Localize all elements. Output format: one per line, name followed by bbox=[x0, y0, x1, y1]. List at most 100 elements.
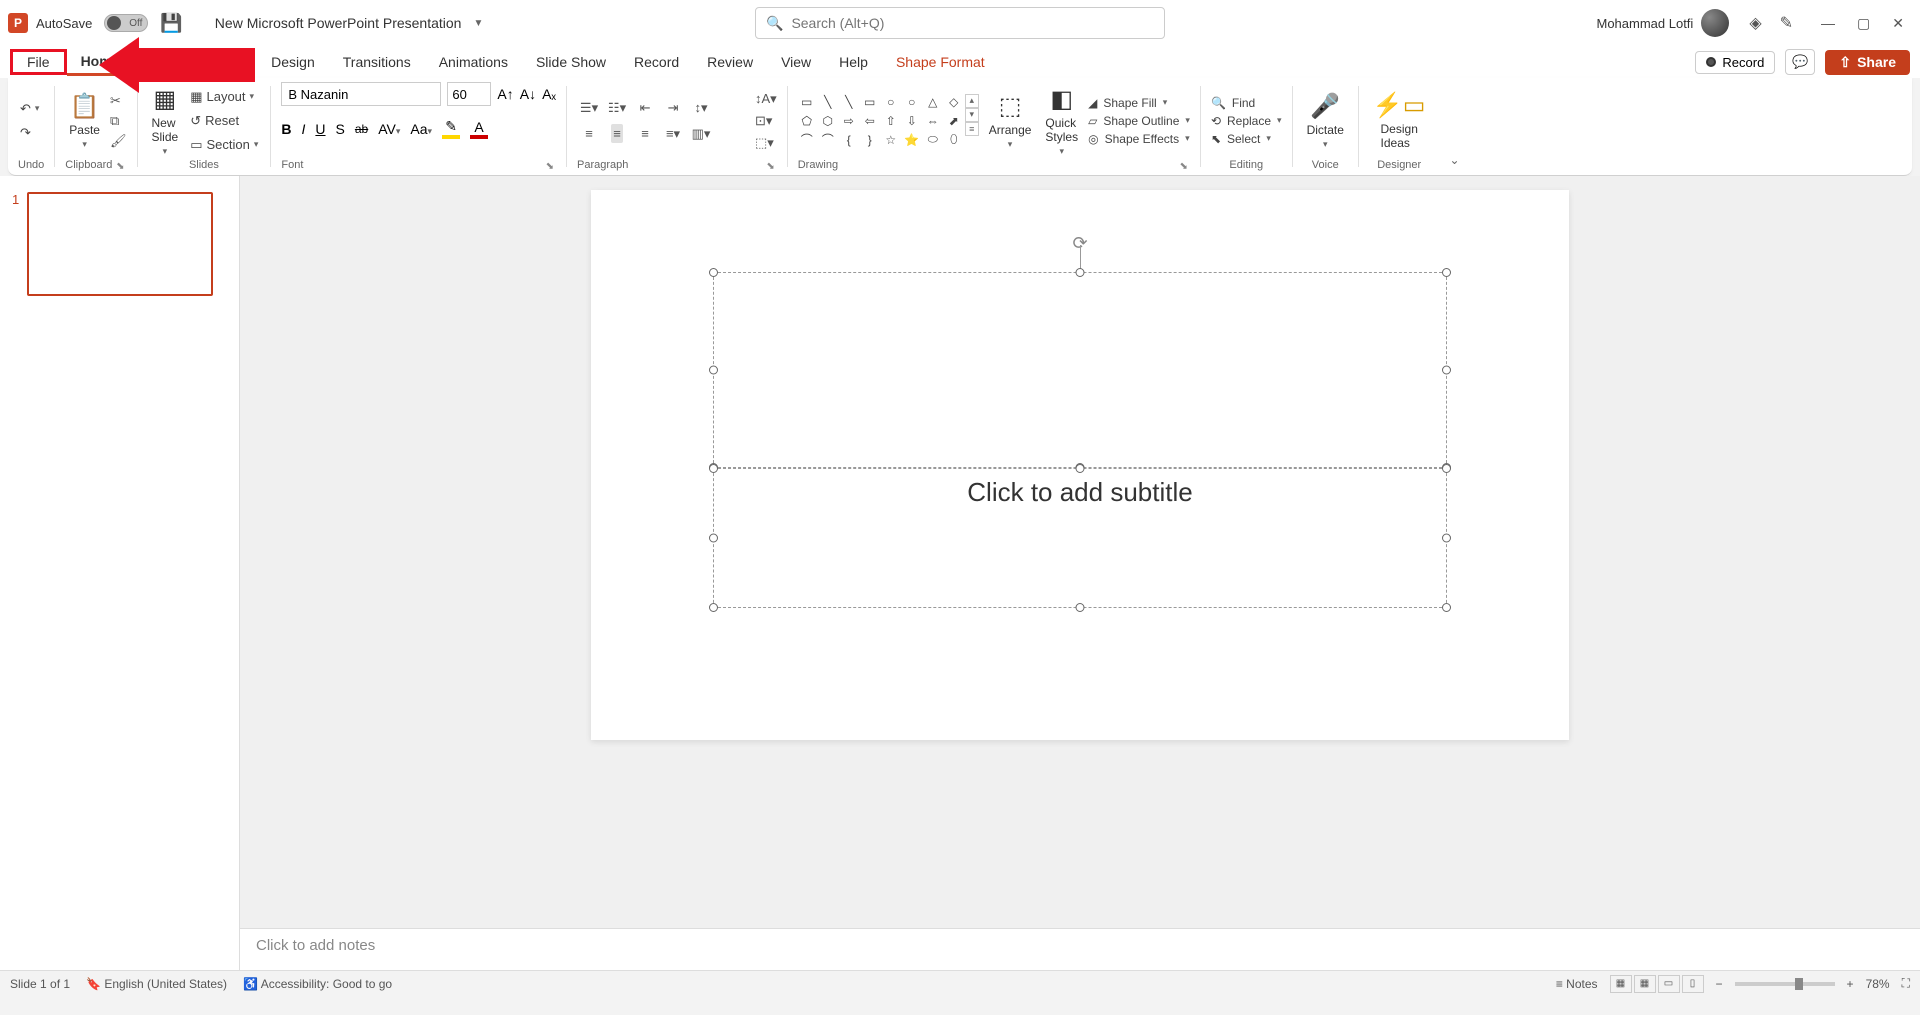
dictate-button[interactable]: 🎤 Dictate▾ bbox=[1303, 90, 1348, 152]
line-spacing-button[interactable]: ↕▾ bbox=[695, 100, 708, 116]
slideshow-view-button[interactable]: ▯ bbox=[1682, 975, 1704, 993]
align-left-button[interactable]: ≡ bbox=[585, 126, 593, 141]
bold-button[interactable]: B bbox=[281, 121, 291, 137]
align-right-button[interactable]: ≡ bbox=[641, 126, 649, 141]
font-color-button[interactable]: A bbox=[470, 119, 488, 139]
paste-button[interactable]: 📋 Paste ▾ bbox=[65, 90, 104, 152]
resize-handle[interactable] bbox=[709, 366, 718, 375]
maximize-icon[interactable]: ▢ bbox=[1857, 15, 1870, 32]
italic-button[interactable]: I bbox=[302, 121, 306, 137]
change-case-button[interactable]: Aa▾ bbox=[410, 121, 432, 137]
slide[interactable]: ⟳ Click to add subtitle bbox=[591, 190, 1569, 740]
increase-indent-button[interactable]: ⇥ bbox=[668, 100, 679, 116]
resize-handle[interactable] bbox=[1442, 268, 1451, 277]
drawing-launcher[interactable]: ⬊ bbox=[1180, 161, 1190, 172]
resize-handle[interactable] bbox=[1442, 603, 1451, 612]
highlight-button[interactable]: ✎ bbox=[442, 118, 460, 139]
autosave-toggle[interactable]: Off bbox=[104, 14, 148, 32]
notes-toggle[interactable]: ≡ Notes bbox=[1556, 977, 1598, 991]
collapse-ribbon-button[interactable]: ⌄ bbox=[1449, 153, 1459, 167]
comments-button[interactable]: 💬 bbox=[1785, 49, 1815, 75]
fit-window-button[interactable]: ⛶ bbox=[1902, 976, 1910, 991]
clipboard-launcher[interactable]: ⬊ bbox=[116, 161, 126, 172]
tab-shape-format[interactable]: Shape Format bbox=[882, 50, 999, 74]
shape-outline-button[interactable]: ▱Shape Outline▾ bbox=[1088, 114, 1190, 128]
shapes-down-button[interactable]: ▾ bbox=[965, 108, 979, 122]
clear-format-button[interactable]: Aₓ bbox=[542, 86, 556, 102]
accessibility-status[interactable]: ♿ Accessibility: Good to go bbox=[243, 977, 392, 991]
resize-handle[interactable] bbox=[709, 464, 718, 473]
arrange-button[interactable]: ⬚ Arrange▾ bbox=[985, 90, 1036, 152]
convert-smartart-button[interactable]: ⬚▾ bbox=[755, 135, 777, 151]
title-placeholder[interactable]: ⟳ bbox=[713, 272, 1447, 468]
section-button[interactable]: ▭ Section ▾ bbox=[188, 135, 260, 155]
font-name-select[interactable] bbox=[281, 82, 441, 106]
align-text-button[interactable]: ⊡▾ bbox=[755, 113, 777, 129]
strike-button[interactable]: ab bbox=[355, 122, 368, 136]
replace-button[interactable]: ⟲Replace▾ bbox=[1211, 114, 1282, 128]
tab-file[interactable]: File bbox=[10, 49, 67, 75]
char-spacing-button[interactable]: AV▾ bbox=[378, 121, 400, 137]
avatar[interactable] bbox=[1701, 9, 1729, 37]
tab-view[interactable]: View bbox=[767, 50, 825, 74]
text-direction-button[interactable]: ↕A▾ bbox=[755, 91, 777, 107]
shapes-gallery[interactable]: ▭╲╲▭○○△◇ ⬠⬡⇨⇦⇧⇩⇔⬈ ⌒⌒{}☆⭐⬭⬯ bbox=[798, 94, 963, 148]
decrease-font-button[interactable]: A↓ bbox=[520, 86, 536, 102]
notes-pane[interactable]: Click to add notes bbox=[240, 928, 1920, 970]
paragraph-launcher[interactable]: ⬊ bbox=[766, 161, 776, 172]
layout-button[interactable]: ▦ Layout ▾ bbox=[188, 87, 260, 107]
tab-animations[interactable]: Animations bbox=[425, 50, 522, 74]
zoom-in-button[interactable]: + bbox=[1847, 977, 1854, 991]
document-title[interactable]: New Microsoft PowerPoint Presentation bbox=[215, 15, 462, 31]
diamond-icon[interactable]: ◈ bbox=[1749, 13, 1761, 33]
subtitle-placeholder[interactable]: Click to add subtitle bbox=[713, 468, 1447, 608]
minimize-icon[interactable]: — bbox=[1821, 15, 1835, 31]
reset-button[interactable]: ↺ Reset bbox=[188, 111, 260, 131]
tab-record[interactable]: Record bbox=[620, 50, 693, 74]
resize-handle[interactable] bbox=[1076, 603, 1085, 612]
underline-button[interactable]: U bbox=[315, 121, 325, 137]
share-button[interactable]: ⇧ Share bbox=[1825, 50, 1910, 75]
tab-slideshow[interactable]: Slide Show bbox=[522, 50, 620, 74]
shape-effects-button[interactable]: ◎Shape Effects▾ bbox=[1088, 132, 1190, 146]
close-icon[interactable]: ✕ bbox=[1892, 15, 1904, 32]
save-icon[interactable]: 💾 bbox=[160, 13, 182, 34]
decrease-indent-button[interactable]: ⇤ bbox=[640, 100, 651, 116]
slide-canvas-area[interactable]: ⟳ Click to add subtitle bbox=[240, 176, 1920, 928]
resize-handle[interactable] bbox=[709, 603, 718, 612]
cut-button[interactable]: ✂ bbox=[110, 93, 127, 109]
tab-transitions[interactable]: Transitions bbox=[329, 50, 425, 74]
design-ideas-button[interactable]: ⚡▭ Design Ideas bbox=[1369, 89, 1430, 152]
align-center-button[interactable]: ≡ bbox=[611, 124, 623, 143]
shapes-more-button[interactable]: ≡ bbox=[965, 122, 979, 136]
shape-fill-button[interactable]: ◢Shape Fill▾ bbox=[1088, 96, 1190, 110]
slide-thumbnail-1[interactable] bbox=[27, 192, 213, 296]
resize-handle[interactable] bbox=[709, 534, 718, 543]
numbering-button[interactable]: ☷▾ bbox=[608, 100, 626, 116]
resize-handle[interactable] bbox=[1442, 366, 1451, 375]
find-button[interactable]: 🔍Find bbox=[1211, 96, 1282, 110]
resize-handle[interactable] bbox=[1076, 464, 1085, 473]
resize-handle[interactable] bbox=[1442, 464, 1451, 473]
slide-counter[interactable]: Slide 1 of 1 bbox=[10, 977, 70, 991]
search-box[interactable]: 🔍 bbox=[755, 7, 1165, 39]
search-input[interactable] bbox=[791, 15, 1154, 31]
record-button[interactable]: Record bbox=[1695, 51, 1775, 74]
quick-styles-button[interactable]: ◧ Quick Styles▾ bbox=[1041, 83, 1082, 159]
reading-view-button[interactable]: ▭ bbox=[1658, 975, 1680, 993]
tab-design[interactable]: Design bbox=[257, 50, 329, 74]
select-button[interactable]: ⬉Select▾ bbox=[1211, 132, 1282, 146]
title-dropdown-icon[interactable]: ▼ bbox=[473, 18, 483, 29]
shadow-button[interactable]: S bbox=[336, 121, 345, 137]
tab-review[interactable]: Review bbox=[693, 50, 767, 74]
copy-button[interactable]: ⧉ bbox=[110, 113, 127, 129]
resize-handle[interactable] bbox=[1076, 268, 1085, 277]
zoom-level[interactable]: 78% bbox=[1866, 977, 1890, 991]
normal-view-button[interactable]: ▦ bbox=[1610, 975, 1632, 993]
resize-handle[interactable] bbox=[709, 268, 718, 277]
brush-icon[interactable]: ✎ bbox=[1780, 13, 1793, 33]
slide-thumbnails-panel[interactable]: 1 bbox=[0, 176, 240, 970]
language-status[interactable]: 🔖 English (United States) bbox=[86, 977, 227, 991]
redo-button[interactable]: ↷ bbox=[18, 123, 41, 143]
zoom-out-button[interactable]: − bbox=[1716, 977, 1723, 991]
